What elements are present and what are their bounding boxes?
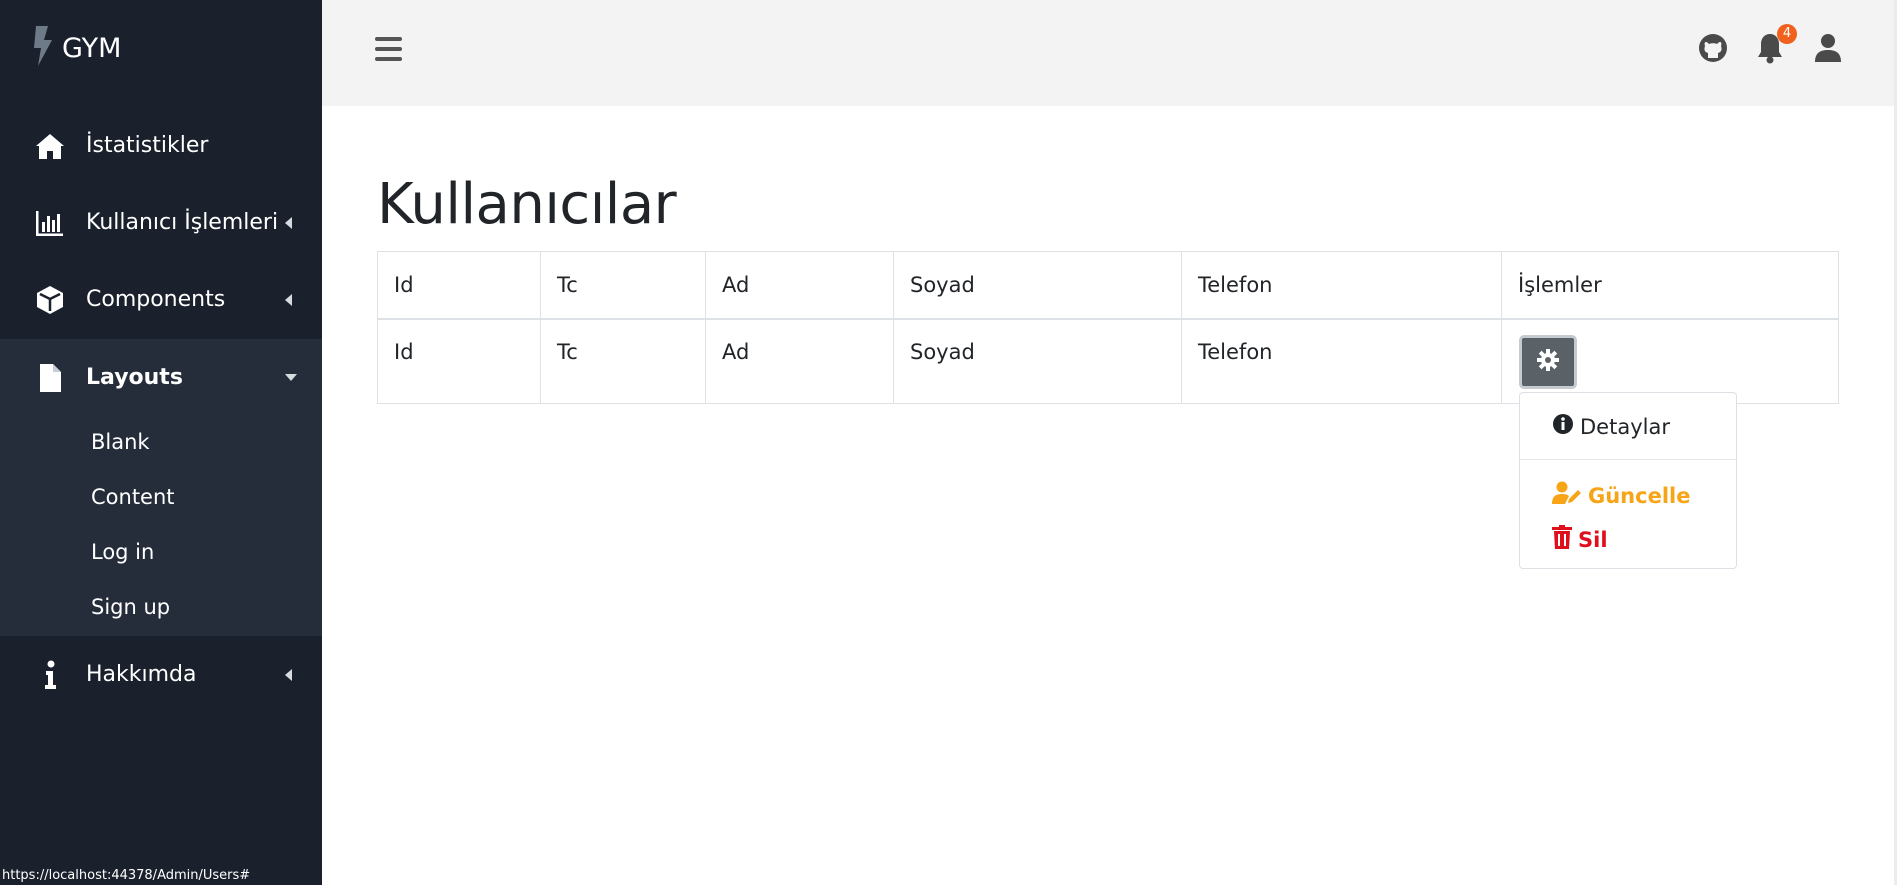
cube-icon (34, 284, 66, 316)
chart-bar-icon (34, 207, 66, 239)
sidebar-item-statistics[interactable]: İstatistikler (0, 107, 322, 184)
submenu-item-content[interactable]: Content (91, 485, 175, 509)
caret-left-icon (285, 668, 292, 681)
menu-divider (1520, 459, 1736, 460)
github-icon[interactable] (1697, 32, 1729, 64)
sidebar: GYM İstatistikler Kullanıcı İşlemleri Co… (0, 0, 322, 885)
file-icon (34, 362, 66, 394)
sidebar-item-label: Kullanıcı İşlemleri (86, 210, 279, 235)
brand-name: GYM (62, 32, 122, 64)
cell-phone: Telefon (1181, 318, 1502, 404)
layouts-submenu: Blank Content Log in Sign up (0, 416, 322, 636)
brand[interactable]: GYM (30, 26, 121, 70)
caret-down-icon (285, 374, 297, 381)
submenu-item-signup[interactable]: Sign up (91, 595, 170, 619)
column-header-name: Ad (705, 251, 894, 320)
column-header-surname: Soyad (893, 251, 1182, 320)
sidebar-item-label: Layouts (86, 365, 183, 390)
menu-item-update[interactable]: Güncelle (1552, 481, 1690, 510)
submenu-item-blank[interactable]: Blank (91, 430, 150, 454)
topbar (322, 0, 1897, 106)
menu-toggle-icon[interactable] (375, 35, 403, 63)
sidebar-item-label: Hakkımda (86, 662, 197, 687)
menu-item-label: Güncelle (1588, 483, 1691, 508)
sidebar-item-user-operations[interactable]: Kullanıcı İşlemleri (0, 184, 322, 261)
submenu-item-login[interactable]: Log in (91, 540, 154, 564)
user-edit-icon (1552, 481, 1582, 510)
sidebar-item-layouts[interactable]: Layouts (0, 339, 322, 416)
table-header-row: Id Tc Ad Soyad Telefon İşlemler (377, 251, 1839, 320)
user-icon[interactable] (1812, 32, 1844, 64)
sidebar-item-label: İstatistikler (86, 133, 209, 158)
users-table: Id Tc Ad Soyad Telefon İşlemler Id Tc Ad… (377, 251, 1839, 404)
info-icon (34, 659, 66, 691)
column-header-phone: Telefon (1181, 251, 1502, 320)
menu-item-label: Sil (1578, 527, 1608, 552)
actions-gear-button[interactable] (1519, 335, 1577, 389)
cell-surname: Soyad (893, 318, 1182, 404)
menu-item-label: Detaylar (1580, 414, 1670, 439)
page-title: Kullanıcılar (377, 172, 677, 237)
info-circle-icon (1552, 413, 1574, 440)
cell-id: Id (377, 318, 541, 404)
cell-tc: Tc (540, 318, 706, 404)
caret-left-icon (285, 216, 292, 229)
sidebar-item-components[interactable]: Components (0, 261, 322, 338)
caret-left-icon (285, 293, 292, 306)
sidebar-item-label: Components (86, 287, 226, 312)
menu-item-delete[interactable]: Sil (1552, 525, 1608, 554)
column-header-id: Id (377, 251, 541, 320)
menu-item-details[interactable]: Detaylar (1552, 413, 1670, 440)
notification-badge: 4 (1777, 24, 1797, 44)
gear-icon (1537, 349, 1559, 375)
cell-name: Ad (705, 318, 894, 404)
bolt-icon (30, 26, 54, 70)
actions-dropdown-menu: Detaylar Güncelle Sil (1519, 392, 1737, 569)
trash-icon (1552, 525, 1572, 554)
sidebar-item-about[interactable]: Hakkımda (0, 636, 322, 713)
table-row: Id Tc Ad Soyad Telefon (377, 318, 1839, 404)
status-url: https://localhost:44378/Admin/Users# (0, 867, 259, 885)
home-icon (34, 130, 66, 162)
column-header-tc: Tc (540, 251, 706, 320)
column-header-actions: İşlemler (1501, 251, 1839, 320)
